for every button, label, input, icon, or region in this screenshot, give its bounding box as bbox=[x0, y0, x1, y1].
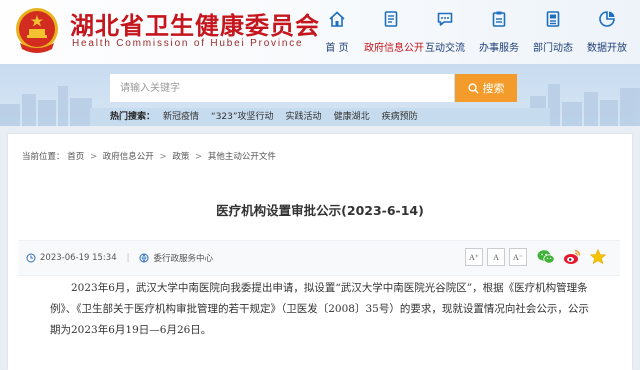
nav-item-gov-info[interactable]: 政府信息公开 bbox=[364, 0, 424, 64]
national-emblem-icon[interactable] bbox=[14, 5, 60, 55]
hot-search-link[interactable]: “323”攻坚行动 bbox=[211, 109, 274, 122]
font-increase-button[interactable]: A⁺ bbox=[465, 248, 483, 266]
hot-search-link[interactable]: 实践活动 bbox=[286, 109, 322, 122]
breadcrumb-separator: > bbox=[159, 152, 167, 162]
nav-label: 数据开放 bbox=[587, 43, 627, 54]
nav-item-open-data[interactable]: 数据开放 bbox=[580, 0, 634, 64]
main-nav: 首 页 政府信息公开 互动交流 办事服务 部门动态 数据开放 bbox=[310, 0, 634, 64]
breadcrumb-prefix: 当前位置： bbox=[22, 152, 65, 162]
breadcrumb-separator: > bbox=[195, 152, 203, 162]
hot-search-link[interactable]: 健康湖北 bbox=[334, 109, 370, 122]
nav-label: 首 页 bbox=[325, 43, 349, 54]
nav-label: 部门动态 bbox=[533, 43, 573, 54]
hot-search-link[interactable]: 新冠疫情 bbox=[163, 109, 199, 122]
clipboard-icon bbox=[492, 11, 506, 27]
nav-item-interaction[interactable]: 互动交流 bbox=[418, 0, 472, 64]
breadcrumb-gov-info[interactable]: 政府信息公开 bbox=[103, 152, 154, 162]
site-header: 湖北省卫生健康委员会 Health Commission of Hubei Pr… bbox=[0, 0, 640, 64]
share-bar bbox=[536, 247, 608, 267]
clock-icon bbox=[26, 253, 36, 263]
news-icon bbox=[546, 11, 560, 27]
search-button-label: 搜索 bbox=[482, 82, 505, 95]
font-default-button[interactable]: A bbox=[487, 248, 505, 266]
breadcrumb-home[interactable]: 首页 bbox=[67, 152, 84, 162]
document-icon bbox=[384, 11, 398, 27]
home-icon bbox=[329, 11, 345, 27]
breadcrumb-policy[interactable]: 政策 bbox=[172, 152, 189, 162]
search-icon bbox=[467, 82, 479, 94]
wechat-icon[interactable] bbox=[536, 247, 556, 267]
source-icon bbox=[139, 253, 149, 263]
nav-item-home[interactable]: 首 页 bbox=[310, 0, 364, 64]
meta-divider: | bbox=[126, 253, 130, 263]
font-decrease-button[interactable]: A⁻ bbox=[509, 248, 527, 266]
nav-label: 办事服务 bbox=[479, 43, 519, 54]
site-subtitle: Health Commission of Hubei Province bbox=[72, 38, 304, 49]
article-meta: 2023-06-19 15:34 | 委行政服务中心 bbox=[26, 252, 213, 264]
article-card: 当前位置： 首页 > 政府信息公开 > 政策 > 其他主动公开文件 医疗机构设置… bbox=[8, 134, 632, 370]
nav-item-dept-news[interactable]: 部门动态 bbox=[526, 0, 580, 64]
nav-label: 政府信息公开 bbox=[364, 43, 424, 54]
chat-icon bbox=[437, 12, 453, 26]
breadcrumb-other-docs[interactable]: 其他主动公开文件 bbox=[208, 152, 276, 162]
article-source: 委行政服务中心 bbox=[153, 254, 213, 264]
breadcrumb-separator: > bbox=[89, 152, 98, 162]
article-body: 2023年6月，武汉大学中南医院向我委提出申请，拟设置“武汉大学中南医院光谷院区… bbox=[50, 282, 589, 336]
article-meta-bar: 2023-06-19 15:34 | 委行政服务中心 A⁺ A A⁻ bbox=[18, 240, 620, 276]
article-title: 医疗机构设置审批公示(2023-6-14) bbox=[216, 203, 424, 218]
hot-search-link[interactable]: 疾病预防 bbox=[382, 109, 418, 122]
nav-label: 互动交流 bbox=[425, 43, 465, 54]
hot-search-list: 热门搜索： 新冠疫情 “323”攻坚行动 实践活动 健康湖北 疾病预防 bbox=[110, 109, 418, 122]
hot-search-label: 热门搜索： bbox=[110, 112, 156, 122]
search-button[interactable]: 搜索 bbox=[455, 74, 517, 102]
data-icon bbox=[599, 11, 615, 27]
weibo-icon[interactable] bbox=[562, 247, 582, 267]
search-input[interactable] bbox=[110, 74, 454, 102]
article-date: 2023-06-19 15:34 bbox=[40, 253, 117, 263]
site-title[interactable]: 湖北省卫生健康委员会 bbox=[70, 6, 320, 41]
font-size-controls: A⁺ A A⁻ bbox=[465, 248, 527, 266]
breadcrumb: 当前位置： 首页 > 政府信息公开 > 政策 > 其他主动公开文件 bbox=[22, 150, 276, 162]
favorite-star-icon[interactable] bbox=[588, 247, 608, 267]
nav-item-services[interactable]: 办事服务 bbox=[472, 0, 526, 64]
